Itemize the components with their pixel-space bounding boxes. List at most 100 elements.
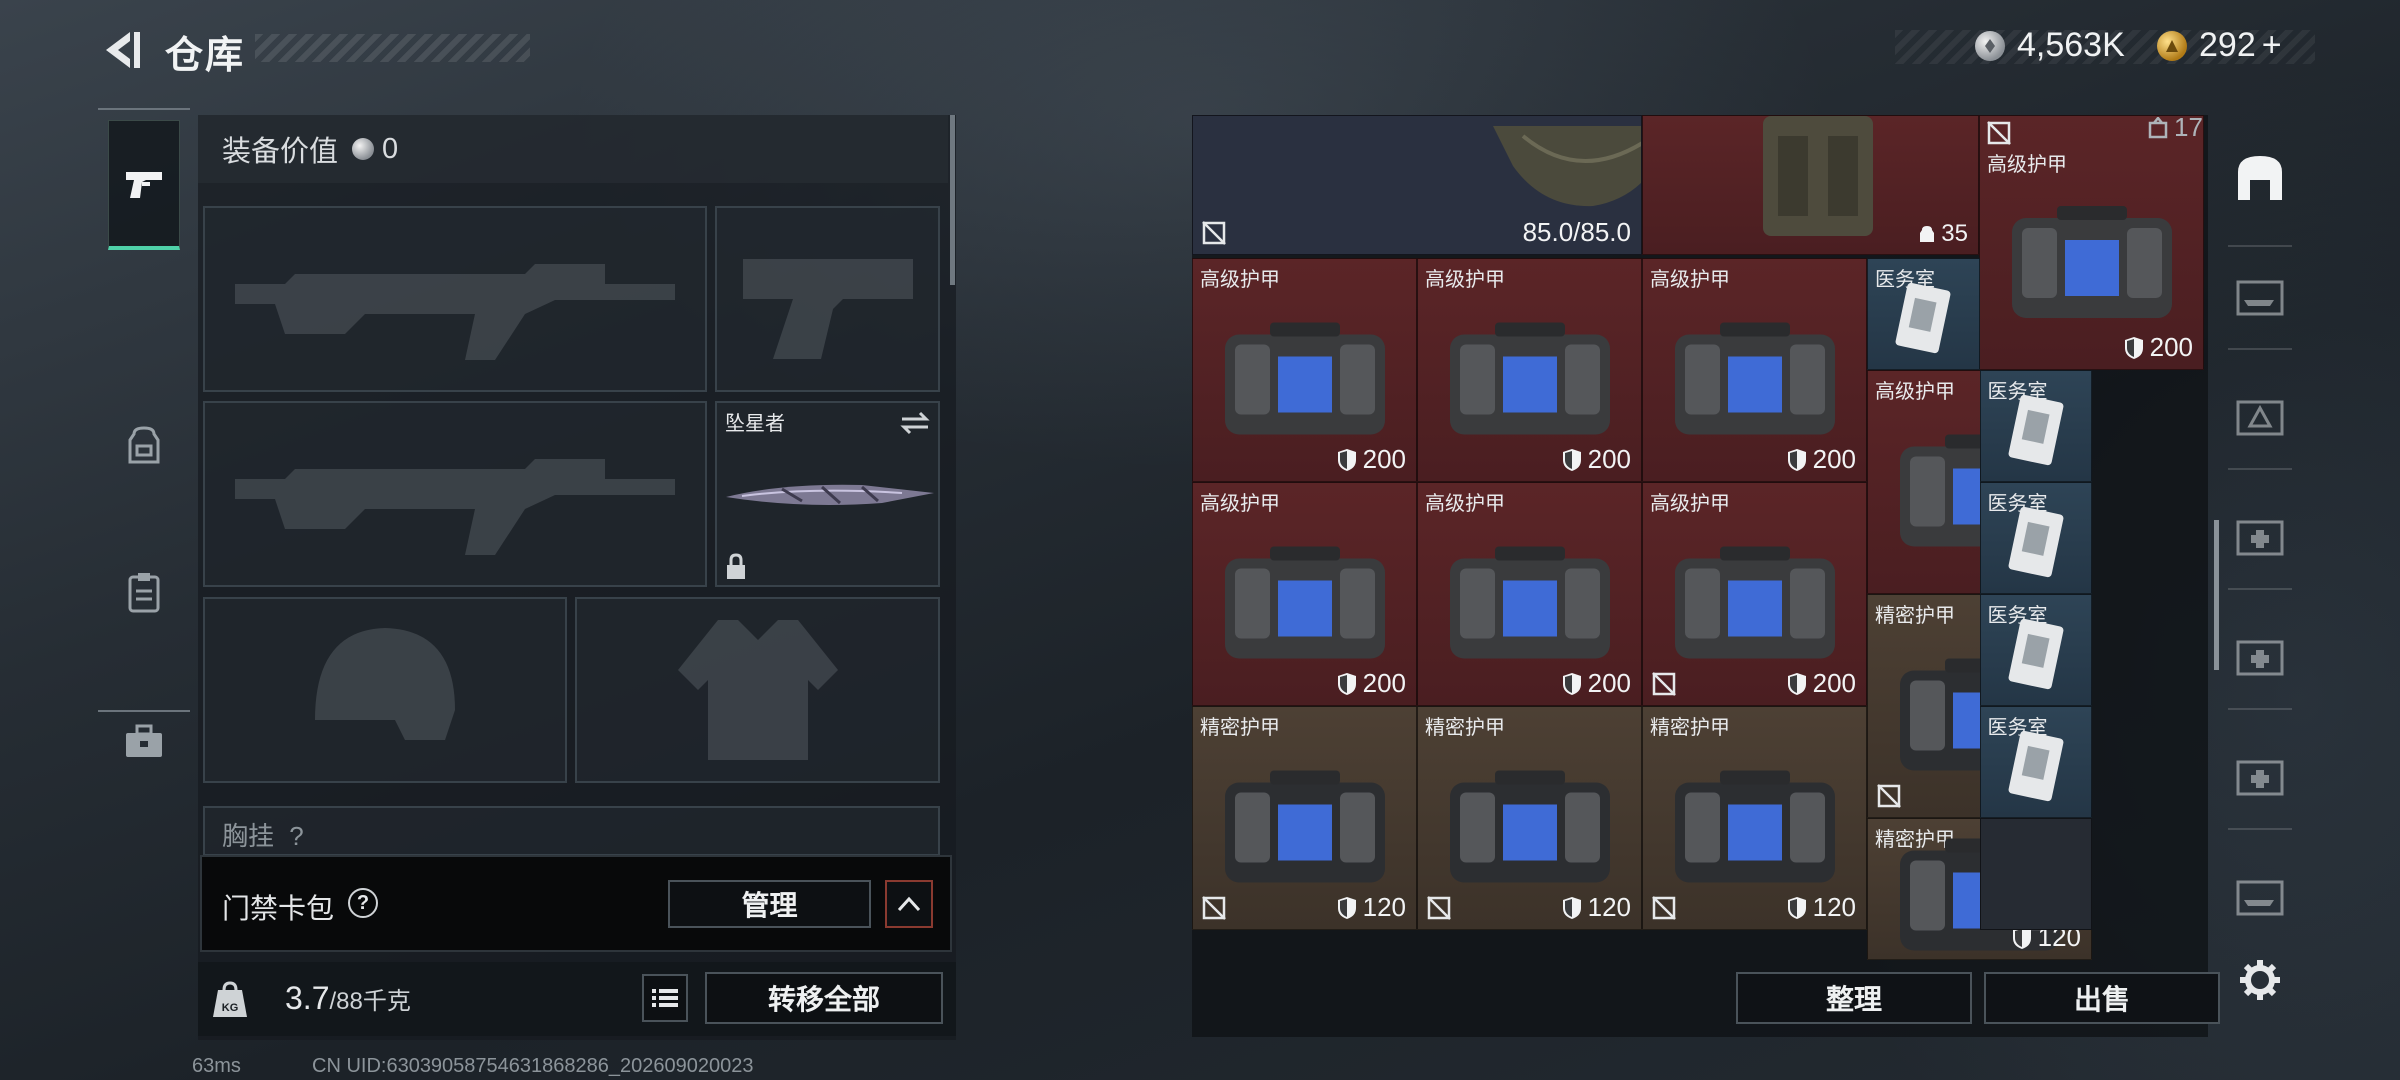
inventory-item-medical-keycard[interactable]: 医务室 (1979, 706, 2092, 818)
settings-button[interactable] (2232, 952, 2288, 1008)
no-drop-icon (1877, 784, 1901, 808)
tab-storage-2[interactable] (2232, 270, 2288, 326)
inventory-item-high-armor[interactable]: 高级护甲 200 (1417, 258, 1642, 482)
weight-unit-badge: KG (222, 1002, 239, 1014)
rifle-silhouette-icon (205, 403, 705, 585)
silver-currency: 4,563K (1975, 26, 2125, 65)
sell-button[interactable]: 出售 (1984, 972, 2220, 1024)
medical-card-image (1895, 283, 1951, 354)
shield-icon (2124, 336, 2143, 359)
equipment-scrollbar[interactable] (950, 115, 955, 285)
tab-main-storage[interactable] (2232, 150, 2288, 206)
tab-weapons[interactable] (108, 120, 180, 250)
shield-icon (1562, 896, 1581, 919)
help-icon[interactable]: ? (348, 888, 378, 918)
tab-storage-4[interactable] (2232, 510, 2288, 566)
equipment-value-bar: 装备价值 0 (198, 115, 948, 183)
inventory-item-precise-armor[interactable]: 精密护甲 120 (1642, 706, 1867, 930)
hazard-case-icon (2236, 400, 2284, 436)
manage-button[interactable]: 管理 (668, 880, 871, 928)
add-gold-icon[interactable]: + (2262, 26, 2282, 65)
armor-bag-image (1674, 546, 1835, 659)
inventory-item-high-armor[interactable]: 高级护甲 200 (1417, 482, 1642, 706)
inventory-item-medical-keycard[interactable]: 医务室 (1979, 482, 2092, 594)
item-durability: 200 (1337, 444, 1406, 475)
inventory-item-medical-keycard[interactable]: 医务室 (1979, 370, 2092, 482)
list-view-button[interactable] (642, 974, 688, 1022)
item-durability: 200 (1562, 444, 1631, 475)
item-label: 高级护甲 (1425, 269, 1505, 291)
armor-bag-image (1674, 770, 1835, 883)
no-drop-icon (1987, 121, 2011, 145)
swap-icon[interactable] (900, 411, 930, 435)
melee-slot[interactable]: 坠星者 (715, 401, 940, 587)
storage-tabs (2220, 115, 2300, 1037)
inventory-item-backpack[interactable]: 35 (1642, 115, 1979, 255)
inventory-item-high-armor[interactable]: 高级护甲 200 (1192, 482, 1417, 706)
helmet-silhouette-icon (205, 599, 565, 781)
equipment-value-label: 装备价值 (222, 136, 339, 168)
title-decoration (255, 34, 530, 62)
inventory-item-precise-armor[interactable]: 精密护甲 120 (1192, 706, 1417, 930)
backpack-icon (128, 426, 160, 464)
gold-amount: 292 (2199, 26, 2256, 64)
secondary-weapon-slot[interactable] (203, 401, 707, 587)
armor-bag-image (1449, 322, 1610, 435)
shield-icon (1337, 672, 1356, 695)
back-button[interactable] (100, 28, 144, 72)
medical-card-image (2008, 619, 2064, 690)
item-label: 高级护甲 (1200, 493, 1280, 515)
inventory-item-helmet[interactable]: 85.0/85.0 (1192, 115, 1642, 255)
tab-storage-6[interactable] (2232, 750, 2288, 806)
sort-button[interactable]: 整理 (1736, 972, 1972, 1024)
no-drop-icon (1202, 221, 1226, 245)
tab-toolbox[interactable] (108, 676, 180, 806)
tab-storage-7[interactable] (2232, 870, 2288, 926)
tab-storage-3[interactable] (2232, 390, 2288, 446)
primary-weapon-slot[interactable] (203, 206, 707, 392)
helmet-durability: 85.0/85.0 (1522, 217, 1631, 247)
tab-divider (2228, 828, 2292, 830)
inventory-item-high-armor[interactable]: 高级护甲 200 (1642, 258, 1867, 482)
medical-card-image (2008, 395, 2064, 466)
armor-bag-image (1674, 322, 1835, 435)
medical-case-icon (2236, 760, 2284, 796)
transfer-all-button[interactable]: 转移全部 (705, 972, 943, 1024)
helmet-image (1493, 126, 1641, 207)
ping-readout: 63ms (192, 1055, 241, 1077)
weight-readout: 3.7/88千克 (285, 980, 411, 1017)
tab-armor[interactable] (108, 528, 180, 658)
weapon-case-icon (2236, 880, 2284, 916)
inventory-item-medical-keycard[interactable]: 医务室 (1867, 258, 1980, 370)
tab-backpack[interactable] (108, 380, 180, 510)
medical-card-image (2008, 507, 2064, 578)
inventory-item-medical-keycard[interactable]: 医务室 (1979, 594, 2092, 706)
rifle-silhouette-icon (205, 208, 705, 390)
armor-bag-image (1224, 322, 1385, 435)
shield-icon (1787, 672, 1806, 695)
armor-slot[interactable] (575, 597, 940, 783)
armor-bag-image (2011, 205, 2172, 318)
tab-storage-5[interactable] (2232, 630, 2288, 686)
inventory-item-high-armor[interactable]: 高级护甲 200 (1979, 115, 2204, 370)
gold-coin-icon (2157, 30, 2187, 61)
sidearm-slot[interactable] (715, 206, 940, 392)
star-knife-image (726, 484, 934, 505)
inventory-item-high-armor[interactable]: 高级护甲 200 (1642, 482, 1867, 706)
gold-currency[interactable]: 292 + (2157, 26, 2282, 65)
inventory-scrollbar[interactable] (2214, 520, 2219, 670)
nav-divider (98, 108, 190, 110)
medical-case-icon (2236, 520, 2284, 556)
collapse-button[interactable] (885, 880, 933, 928)
armor-bag-image (1224, 546, 1385, 659)
item-durability: 120 (1337, 892, 1406, 923)
inventory-empty-slot[interactable] (1979, 818, 2092, 930)
weapon-case-icon (2236, 280, 2284, 316)
lock-icon (727, 553, 745, 579)
page-title: 仓库 (165, 35, 246, 77)
chest-rig-slot[interactable] (203, 806, 940, 856)
inventory-item-precise-armor[interactable]: 精密护甲 120 (1417, 706, 1642, 930)
helmet-slot[interactable] (203, 597, 567, 783)
gear-icon (2240, 960, 2280, 1000)
inventory-item-high-armor[interactable]: 高级护甲 200 (1192, 258, 1417, 482)
